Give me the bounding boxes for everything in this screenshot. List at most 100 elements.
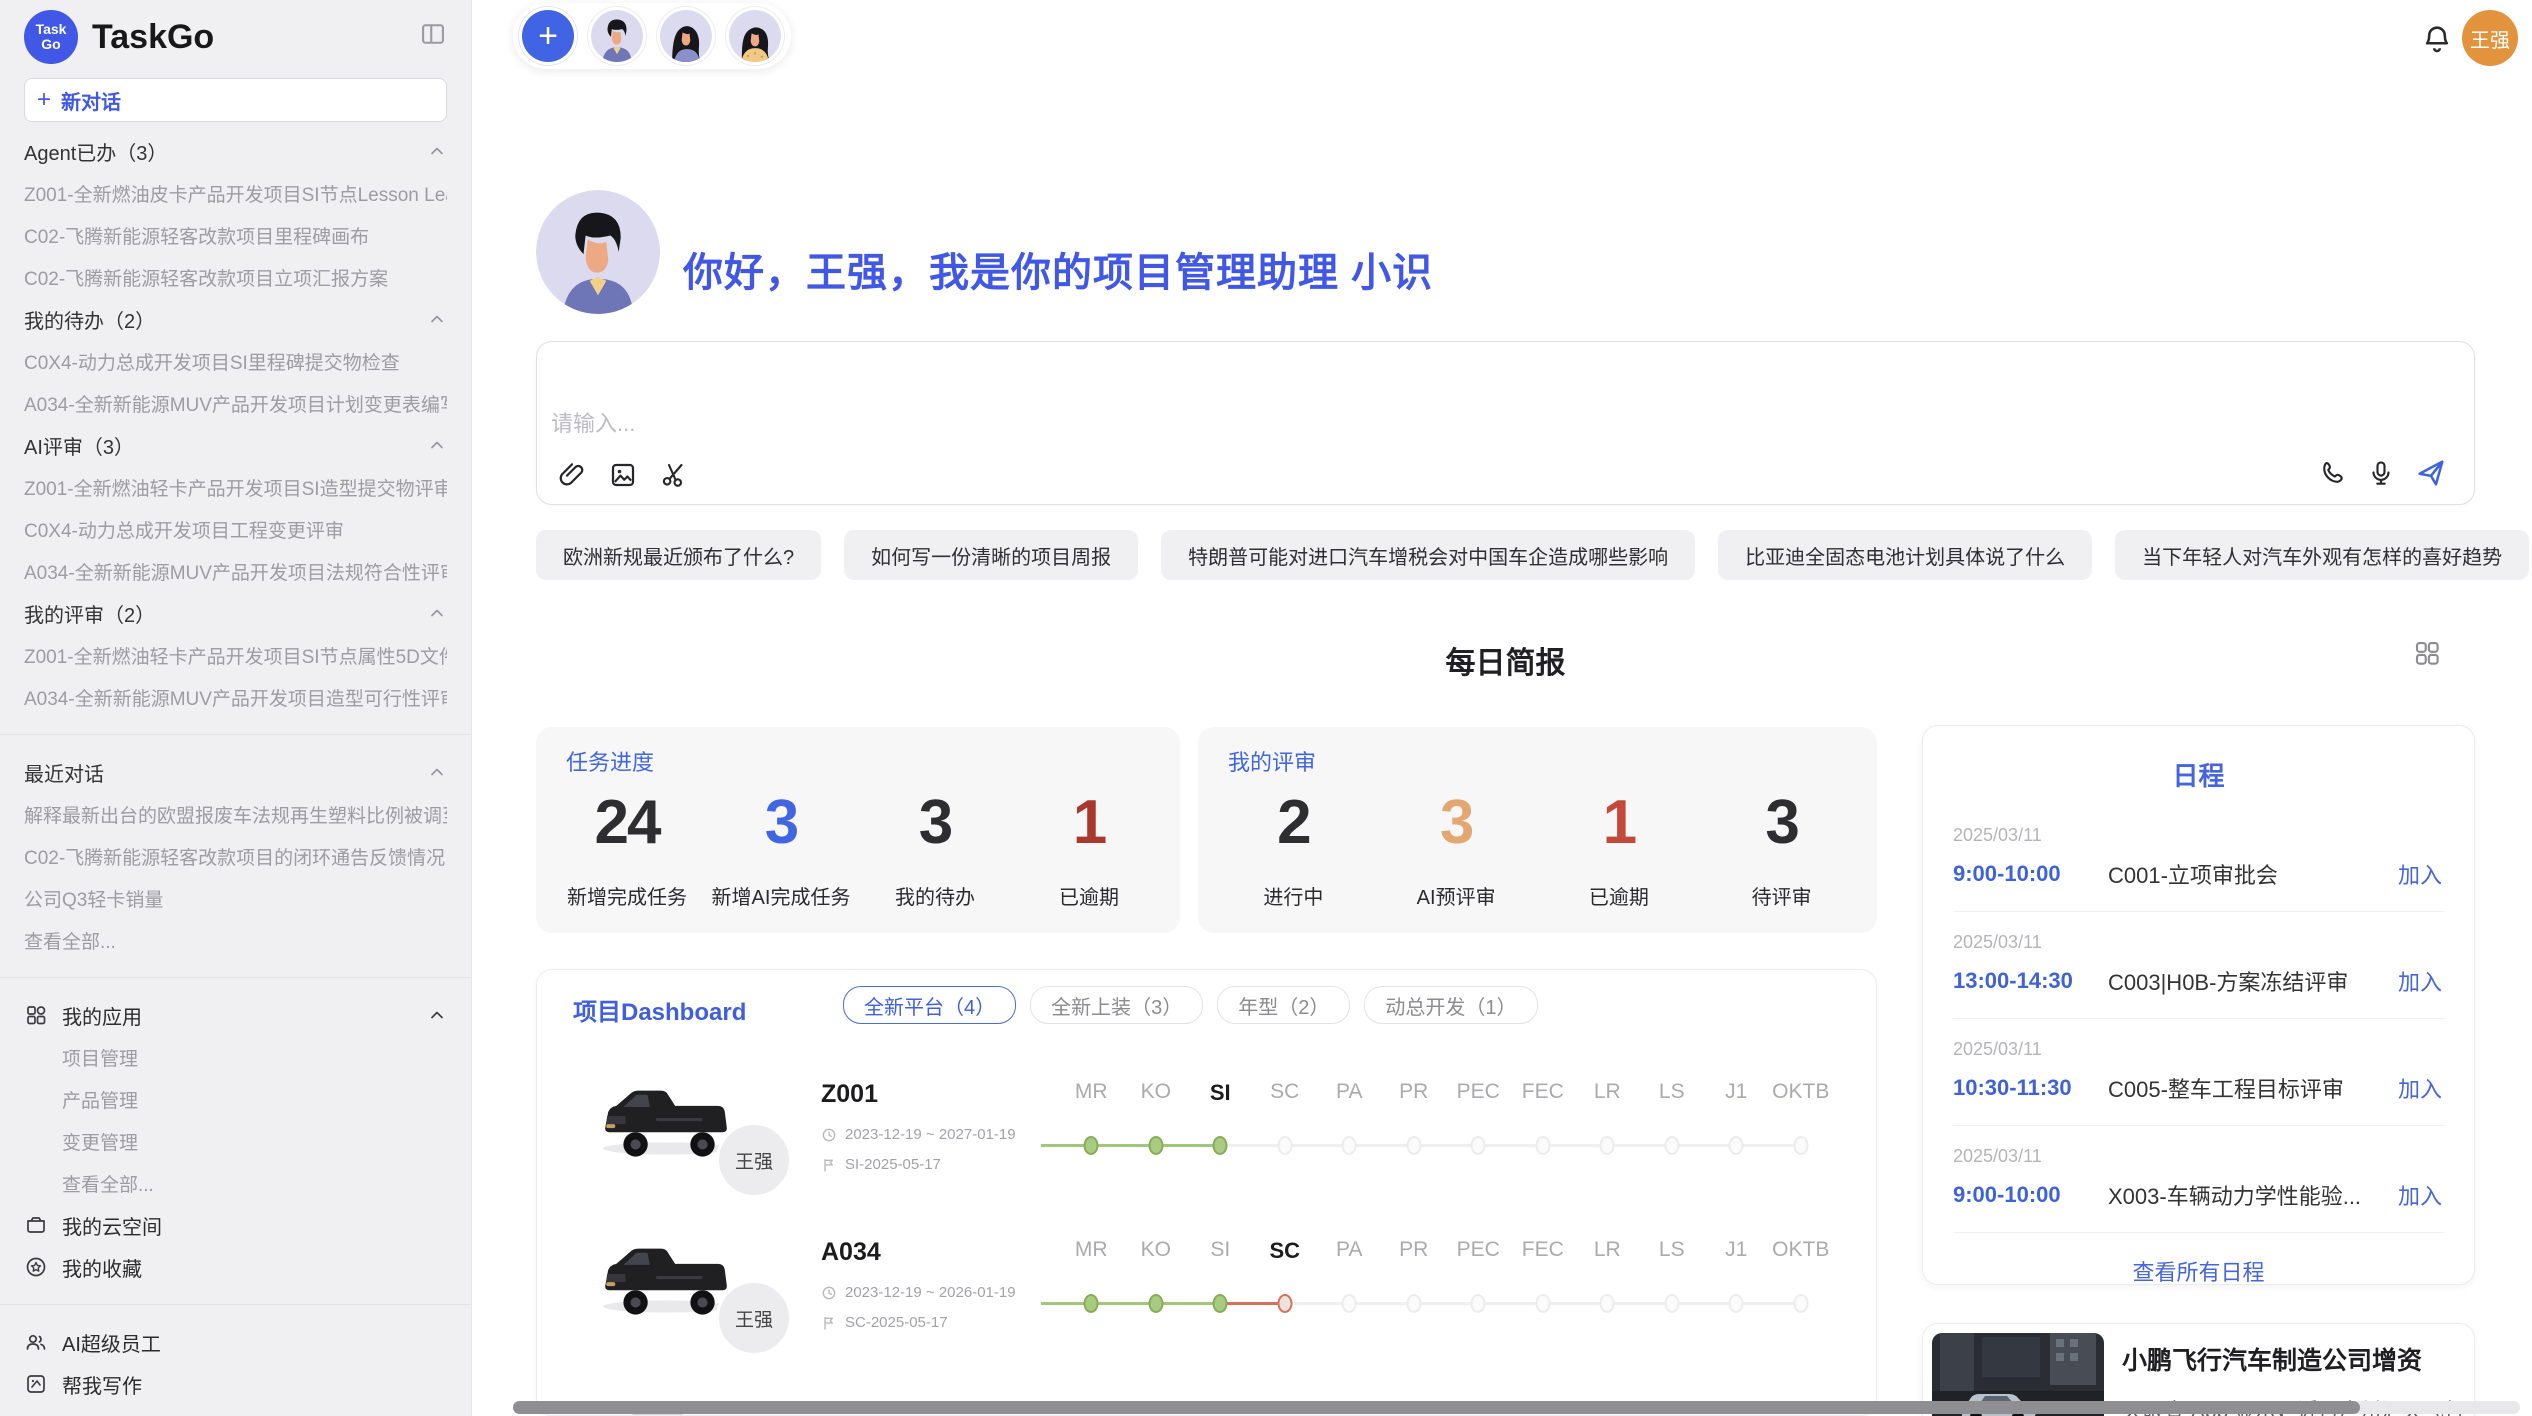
recent-view-all[interactable]: 查看全部... [24,919,447,961]
milestone-connector [1543,1144,1608,1147]
clock-icon [821,1127,837,1143]
milestone-dot [1084,1136,1099,1155]
chat-input[interactable] [537,342,2474,504]
project-code[interactable]: Z001 [821,1080,878,1109]
suggestion-chip[interactable]: 当下年轻人对汽车外观有怎样的喜好趋势 [2115,530,2529,580]
suggestion-chip[interactable]: 比亚迪全固态电池计划具体说了什么 [1718,530,2092,580]
milestone-label: PEC [1457,1080,1500,1104]
microphone-icon[interactable] [2366,458,2396,488]
sidebar-app-item[interactable]: 变更管理 [24,1120,447,1162]
recent-chat-item[interactable]: C02-飞腾新能源轻客改款项目的闭环通告反馈情况 [24,835,447,877]
milestone-dot [1793,1294,1808,1313]
stat-item: 3 我的待办 [858,787,1012,910]
sidebar-task-item[interactable]: Z001-全新燃油皮卡产品开发项目SI节点Lesson Learn报告 [24,172,447,214]
dashboard-filter-pill[interactable]: 动总开发（1） [1364,986,1537,1024]
join-meeting-link[interactable]: 加入 [2398,1179,2442,1211]
milestone-dot [1664,1136,1679,1155]
new-session-button[interactable]: + [522,10,574,62]
milestone: PR [1382,1056,1447,1176]
sidebar-item-ai-super-staff[interactable]: AI超级员工 [24,1321,447,1363]
sidebar-task-item[interactable]: Z001-全新燃油轻卡产品开发项目SI造型提交物评审 [24,466,447,508]
chevron-up-icon [427,141,447,161]
star-badge-icon [24,1255,48,1279]
milestone: SC [1253,1056,1318,1176]
sidebar-section-header-recent[interactable]: 最近对话 [24,751,447,793]
milestone: PA [1317,1056,1382,1176]
suggestion-chip[interactable]: 欧洲新规最近颁布了什么? [536,530,821,580]
chevron-up-icon [427,309,447,329]
flag-icon [821,1315,837,1331]
milestone-label: J1 [1725,1238,1747,1262]
sidebar-section-header-agent-done[interactable]: Agent已办（3） [24,130,447,172]
sidebar-item-my-apps[interactable]: 我的应用 [24,994,447,1036]
sidebar-app-item[interactable]: 项目管理 [24,1036,447,1078]
sidebar-section-header-ai-review[interactable]: AI评审（3） [24,424,447,466]
send-icon[interactable] [2414,456,2448,490]
project-code[interactable]: A034 [821,1238,881,1267]
user-avatar[interactable]: 王强 [2462,10,2518,66]
project-date-range: 2023-12-19 ~ 2026-01-19 [845,1284,1016,1301]
session-avatar-2[interactable] [660,10,712,62]
project-row: 王强 Z001 2023-12-19 ~ 2027-01-19 SI-2025-… [537,1056,1877,1214]
sidebar-section-header-my-review[interactable]: 我的评审（2） [24,592,447,634]
logo-text-top: Task [36,22,67,37]
dashboard-filter-pill[interactable]: 全新平台（4） [843,986,1016,1024]
sidebar-task-item[interactable]: A034-全新新能源MUV产品开发项目法规符合性评审 [24,550,447,592]
milestone: J1 [1704,1214,1769,1334]
notification-bell-icon[interactable] [2420,22,2454,56]
briefing-layout-icon[interactable] [2412,638,2442,668]
milestone-label: PR [1399,1080,1428,1104]
suggestion-chip[interactable]: 特朗普可能对进口汽车增税会对中国车企造成哪些影响 [1161,530,1695,580]
card-title: 我的评审 [1212,745,1863,777]
sidebar-item-help-me-write[interactable]: 帮我写作 [24,1363,447,1405]
milestone-dot [1148,1294,1163,1313]
milestone-track: MR KO SI [1041,1056,1851,1186]
join-meeting-link[interactable]: 加入 [2398,858,2442,890]
sidebar-item-cloud-space[interactable]: 我的云空间 [24,1204,447,1246]
apps-view-all[interactable]: 查看全部... [24,1162,447,1204]
join-meeting-link[interactable]: 加入 [2398,965,2442,997]
sidebar-task-item[interactable]: Z001-全新燃油轻卡产品开发项目SI节点属性5D文件评审 [24,634,447,676]
session-avatar-3[interactable] [729,10,781,62]
join-meeting-link[interactable]: 加入 [2398,1072,2442,1104]
project-next-milestone: SC-2025-05-17 [845,1314,948,1331]
recent-chat-item[interactable]: 解释最新出台的欧盟报废车法规再生塑料比例被调至15%... [24,793,447,835]
sidebar-task-item[interactable]: C0X4-动力总成开发项目SI里程碑提交物检查 [24,340,447,382]
sidebar-app-item[interactable]: 产品管理 [24,1078,447,1120]
sidebar-item-creative-drawing[interactable]: 创意制图 [24,1405,447,1416]
image-upload-icon[interactable] [608,460,638,490]
stat-label: 新增AI完成任务 [704,881,858,910]
menu-label: 我的云空间 [62,1211,162,1240]
attachment-icon[interactable] [557,460,587,490]
session-avatar-1[interactable] [591,10,643,62]
horizontal-scrollbar-thumb[interactable] [513,1401,2360,1414]
sidebar-section-header-my-todo[interactable]: 我的待办（2） [24,298,447,340]
stat-label: 已逾期 [1012,881,1166,910]
recent-chat-item[interactable]: 公司Q3轻卡销量 [24,877,447,919]
view-all-schedule-link[interactable]: 查看所有日程 [1923,1255,2474,1285]
schedule-time: 9:00-10:00 [1953,861,2108,887]
sidebar-item-favorites[interactable]: 我的收藏 [24,1246,447,1288]
sidebar-task-item[interactable]: A034-全新新能源MUV产品开发项目造型可行性评审 [24,676,447,718]
milestone-label: SI [1210,1080,1231,1106]
scissors-icon[interactable] [659,460,689,490]
milestone-label: PR [1399,1238,1428,1262]
schedule-event-title: C001-立项审批会 [2108,858,2386,890]
sidebar-task-item[interactable]: C0X4-动力总成开发项目工程变更评审 [24,508,447,550]
stat-item: 2 进行中 [1212,787,1375,910]
milestone-dot [1213,1294,1228,1313]
project-row: 王强 A034 2023-12-19 ~ 2026-01-19 SC-2025-… [537,1214,1877,1372]
collapse-sidebar-icon[interactable] [419,20,447,48]
sidebar-task-item[interactable]: C02-飞腾新能源轻客改款项目立项汇报方案 [24,256,447,298]
milestone-dot [1406,1136,1421,1155]
new-chat-button[interactable]: + 新对话 [24,78,447,122]
sidebar-task-item[interactable]: C02-飞腾新能源轻客改款项目里程碑画布 [24,214,447,256]
schedule-date: 2025/03/11 [1953,932,2442,953]
phone-call-icon[interactable] [2318,458,2348,488]
milestone-connector [1285,1302,1350,1305]
dashboard-filter-pill[interactable]: 年型（2） [1217,986,1350,1024]
suggestion-chip[interactable]: 如何写一份清晰的项目周报 [844,530,1138,580]
schedule-item: 2025/03/11 13:00-14:30 C003|H0B-方案冻结评审 加… [1923,912,2474,1019]
dashboard-filter-pill[interactable]: 全新上装（3） [1030,986,1203,1024]
sidebar-task-item[interactable]: A034-全新新能源MUV产品开发项目计划变更表编写 [24,382,447,424]
